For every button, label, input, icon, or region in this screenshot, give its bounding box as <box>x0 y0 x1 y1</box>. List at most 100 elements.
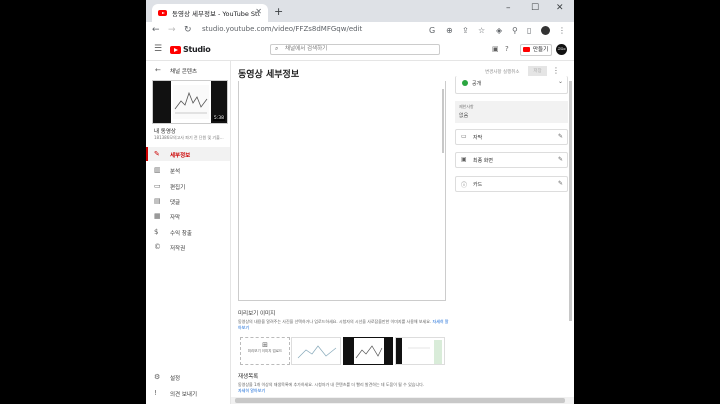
thumbnail-option-image <box>297 345 337 359</box>
playlist-desc-text: 동영상을 1개 이상의 재생목록에 추가하세요. 시청자가 내 콘텐츠를 더 빨… <box>238 382 425 387</box>
thumbnail-left-bar <box>153 81 171 123</box>
channel-content-link[interactable]: 채널 콘텐츠 <box>170 67 197 75</box>
upload-label: 미리보기 이미지 업로드 <box>247 349 283 353</box>
sidebar-item-label: 세부정보 <box>170 153 191 159</box>
visibility-value: 공개 <box>472 81 482 87</box>
sidebar-item-analytics[interactable]: ▥ 분석 <box>146 163 230 177</box>
thumbnail-option-selected[interactable] <box>343 337 393 365</box>
thumbnails-description: 동영상의 내용을 알려주는 사진을 선택하거나 업로드하세요. 시청자의 시선을… <box>238 319 450 331</box>
sidebar-item-comments[interactable]: ▤ 댓글 <box>146 194 230 208</box>
public-status-icon <box>462 80 468 86</box>
new-tab-button[interactable]: + <box>274 5 283 18</box>
video-thumbnail[interactable]: 5:38 <box>152 80 228 124</box>
sidebar-item-editor[interactable]: ▭ 편집기 <box>146 179 230 193</box>
sidebar-item-label: 자막 <box>170 215 181 221</box>
more-options-icon[interactable]: ⋮ <box>552 66 560 75</box>
subtitles-icon: ▭ <box>461 133 467 140</box>
studio-logo[interactable]: Studio <box>170 45 211 54</box>
edit-pencil-icon[interactable]: ✎ <box>558 156 563 163</box>
sidebar-item-subtitles[interactable]: ▦ 자막 <box>146 209 230 223</box>
edit-pencil-icon[interactable]: ✎ <box>558 180 563 187</box>
horizontal-scrollbar-thumb[interactable] <box>235 398 565 403</box>
thumbnail-bar <box>396 338 402 364</box>
playlist-learn-more-link[interactable]: 자세히 알아보기 <box>238 388 265 393</box>
help-icon[interactable]: ? <box>505 45 509 53</box>
close-tab-icon[interactable]: ✕ <box>255 7 262 16</box>
horizontal-scrollbar[interactable] <box>231 397 574 404</box>
hamburger-menu-icon[interactable]: ☰ <box>154 44 162 54</box>
analytics-icon: ▥ <box>154 166 161 174</box>
visibility-selector[interactable]: 공개 ⌄ <box>455 76 568 94</box>
address-bar[interactable]: studio.youtube.com/video/FFZs8dMFGqw/edi… <box>202 25 362 33</box>
end-screen-row[interactable]: ▣ 최종 화면 ✎ <box>455 152 568 168</box>
search-input[interactable]: 채널에서 검색하기 <box>270 44 440 55</box>
pencil-icon: ✎ <box>154 150 160 158</box>
info-card-icon: ⓘ <box>461 182 468 189</box>
my-video-label: 내 동영상 <box>154 129 176 135</box>
avatar[interactable]: 고Go <box>556 44 567 55</box>
vertical-scrollbar[interactable] <box>569 81 572 321</box>
reload-icon[interactable]: ↻ <box>184 25 192 35</box>
playlist-description: 동영상을 1개 이상의 재생목록에 추가하세요. 시청자가 내 콘텐츠를 더 빨… <box>238 382 458 394</box>
sidebar-item-label: 댓글 <box>170 200 181 206</box>
browser-tab[interactable]: 동영상 세부정보 - YouTube Studio ✕ <box>152 4 268 22</box>
logo-text: Studio <box>183 45 211 54</box>
sidebar-item-label: 편집기 <box>170 185 186 191</box>
chevron-down-icon: ⌄ <box>557 78 563 85</box>
menu-dots-icon[interactable]: ⋮ <box>558 26 566 35</box>
video-camera-icon <box>523 47 530 52</box>
maximize-icon[interactable]: ☐ <box>531 3 539 13</box>
youtube-favicon-icon <box>158 10 167 16</box>
description-textarea[interactable] <box>238 81 446 301</box>
edit-pencil-icon[interactable]: ✎ <box>558 133 563 140</box>
restrictions-value: 없음 <box>459 113 469 119</box>
sidebar-item-monetization[interactable]: $ 수익 창출 <box>146 225 230 239</box>
thumbnail-option[interactable] <box>291 337 341 365</box>
tab-title: 동영상 세부정보 - YouTube Studio <box>172 10 260 18</box>
profile-icon[interactable] <box>541 26 550 35</box>
feedback-icon: ! <box>154 389 157 397</box>
page-title: 동영상 세부정보 <box>238 70 300 80</box>
forward-arrow-icon[interactable]: → <box>168 25 176 35</box>
zoom-icon[interactable]: ⊕ <box>446 26 453 35</box>
thumbnail-option-image <box>408 340 442 364</box>
textarea-scrollbar[interactable] <box>442 89 444 153</box>
back-arrow-icon[interactable]: ← <box>152 25 160 35</box>
undo-changes-button[interactable]: 변경사항 실행취소 <box>485 69 520 75</box>
sidepanel-icon[interactable]: ▯ <box>527 26 531 35</box>
thumbnail-bar <box>384 338 392 364</box>
main-content: 동영상 세부정보 변경사항 실행취소 저장 ⋮ 미리보기 이미지 동영상의 내용… <box>231 61 574 404</box>
upload-thumbnail-button[interactable]: ⊞ 미리보기 이미지 업로드 <box>240 337 290 365</box>
create-button[interactable]: 만들기 <box>520 44 553 56</box>
video-duration: 5:38 <box>212 116 225 121</box>
sidebar: ← 채널 콘텐츠 5:38 내 동영상 181386모의고사 파기 전 단원 및… <box>146 61 231 404</box>
studio-header: ☰ Studio 채널에서 검색하기 ⌕ ▣ ? 만들기 고Go <box>146 40 574 61</box>
sidebar-item-feedback[interactable]: ! 의견 보내기 <box>146 386 230 400</box>
feedback-icon[interactable]: ▣ <box>492 45 499 53</box>
back-arrow-icon[interactable]: ← <box>155 66 161 74</box>
sidebar-item-label: 저작권 <box>170 246 186 252</box>
share-icon[interactable]: ⇪ <box>462 26 469 35</box>
puzzle-icon[interactable]: ⚲ <box>512 26 518 35</box>
sidebar-item-label: 분석 <box>170 169 181 175</box>
google-icon[interactable]: G <box>429 26 435 35</box>
end-screen-icon: ▣ <box>461 156 467 163</box>
create-label: 만들기 <box>533 47 549 53</box>
thumbnail-bar <box>344 338 354 364</box>
cards-row[interactable]: ⓘ 카드 ✎ <box>455 176 568 192</box>
star-icon[interactable]: ☆ <box>478 26 485 35</box>
thumbnails-desc-text: 동영상의 내용을 알려주는 사진을 선택하거나 업로드하세요. 시청자의 시선을… <box>238 319 432 324</box>
sidebar-item-details[interactable]: ✎ 세부정보 <box>146 147 230 161</box>
minimize-icon[interactable]: – <box>506 3 511 13</box>
close-window-icon[interactable]: ✕ <box>556 3 564 13</box>
restrictions-box: 제한사항 없음 <box>455 101 568 123</box>
extensions-icon[interactable]: ◈ <box>496 26 502 35</box>
youtube-logo-icon <box>170 45 181 54</box>
sidebar-item-settings[interactable]: ⚙ 설정 <box>146 370 230 384</box>
thumbnail-option[interactable] <box>395 337 445 365</box>
subtitles-row[interactable]: ▭ 자막 ✎ <box>455 129 568 145</box>
browser-toolbar: ← → ↻ studio.youtube.com/video/FFZs8dMFG… <box>146 22 574 41</box>
playlist-title: 재생목록 <box>238 374 259 380</box>
image-upload-icon: ⊞ <box>262 341 268 349</box>
sidebar-item-copyright[interactable]: © 저작권 <box>146 240 230 254</box>
